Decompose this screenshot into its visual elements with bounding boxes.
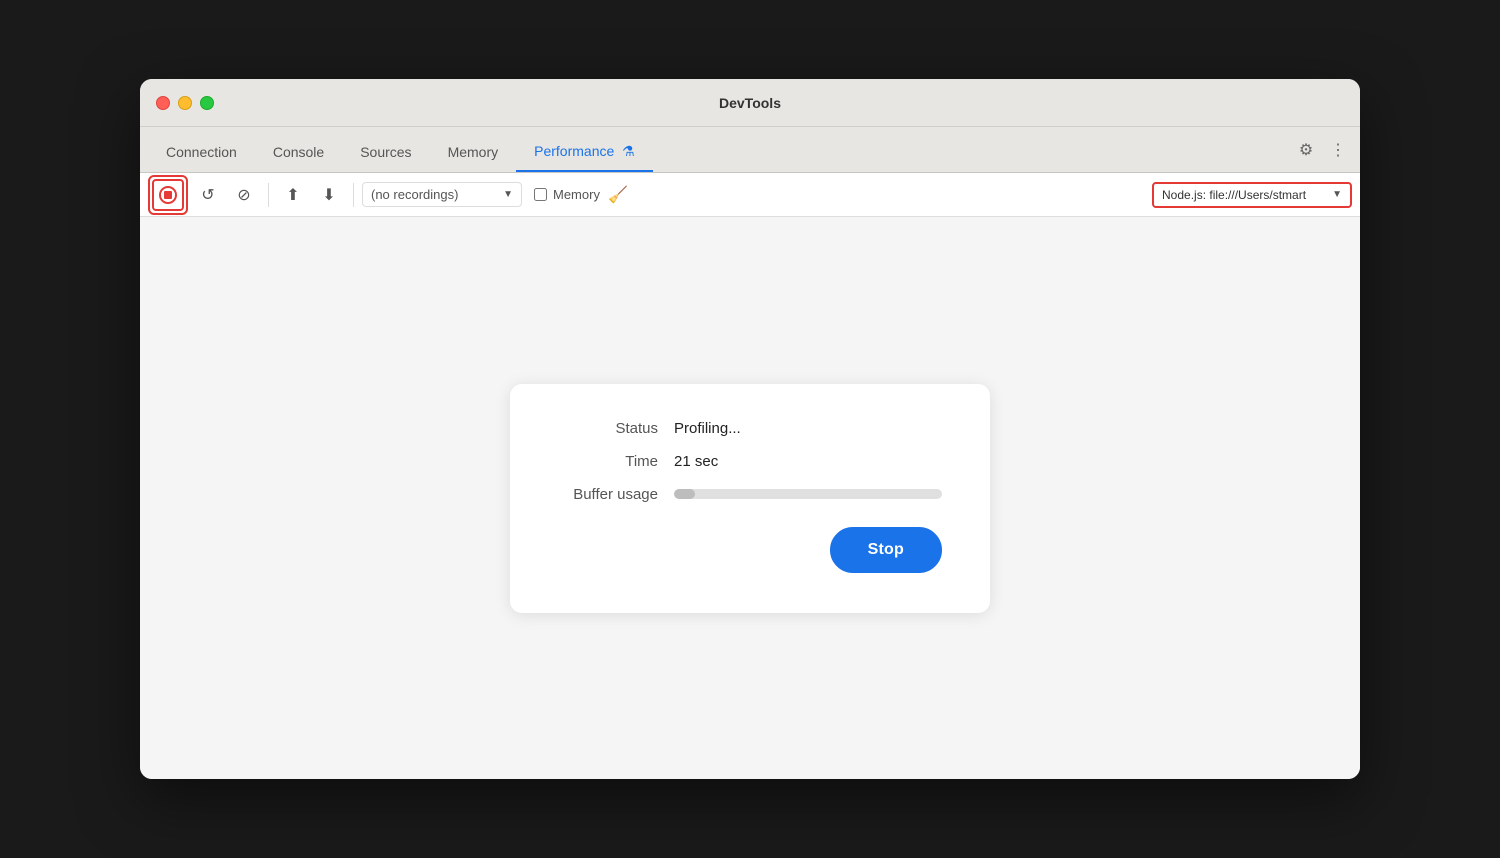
clear-button[interactable]: ⊘ [228, 179, 260, 211]
upload-button[interactable]: ⬆ [277, 179, 309, 211]
node-selector[interactable]: Node.js: file:///Users/stmart ▼ [1152, 182, 1352, 208]
toolbar-separator-2 [353, 183, 354, 207]
record-button-highlight [148, 175, 188, 215]
window-title: DevTools [719, 95, 781, 111]
main-content: Status Profiling... Time 21 sec Buffer u… [140, 217, 1360, 779]
recordings-text: (no recordings) [371, 187, 503, 202]
tab-bar: Connection Console Sources Memory Perfor… [140, 127, 1360, 173]
buffer-bar-fill [674, 489, 695, 499]
memory-label: Memory [553, 187, 600, 202]
tab-list: Connection Console Sources Memory Perfor… [148, 135, 1292, 172]
maximize-button[interactable] [200, 96, 214, 110]
buffer-field-label: Buffer usage [558, 486, 658, 503]
devtools-window: DevTools Connection Console Sources Memo… [140, 79, 1360, 779]
status-field-label: Status [558, 420, 658, 437]
tab-connection[interactable]: Connection [148, 136, 255, 172]
buffer-bar-container [674, 489, 942, 499]
tab-performance[interactable]: Performance ⚗ [516, 135, 653, 172]
settings-icon[interactable]: ⚙ [1292, 136, 1320, 164]
memory-checkbox[interactable] [534, 188, 547, 201]
node-selector-text: Node.js: file:///Users/stmart [1162, 188, 1328, 202]
tab-sources[interactable]: Sources [342, 136, 429, 172]
record-icon-inner [164, 191, 172, 199]
toolbar-separator-1 [268, 183, 269, 207]
beaker-icon: ⚗ [622, 143, 635, 159]
tab-memory[interactable]: Memory [430, 136, 517, 172]
time-field-label: Time [558, 453, 658, 470]
record-button[interactable] [152, 179, 184, 211]
status-card: Status Profiling... Time 21 sec Buffer u… [510, 384, 990, 613]
memory-checkbox-label[interactable]: Memory [534, 187, 600, 202]
download-button[interactable]: ⬇ [313, 179, 345, 211]
title-bar: DevTools [140, 79, 1360, 127]
status-row: Status Profiling... [558, 420, 942, 437]
stop-button[interactable]: Stop [830, 527, 942, 573]
record-icon [159, 186, 177, 204]
node-selector-chevron-icon: ▼ [1332, 189, 1342, 200]
time-row: Time 21 sec [558, 453, 942, 470]
time-value: 21 sec [674, 453, 718, 470]
gc-button[interactable]: 🧹 [604, 181, 632, 209]
more-options-icon[interactable]: ⋮ [1324, 136, 1352, 164]
minimize-button[interactable] [178, 96, 192, 110]
toolbar: ↺ ⊘ ⬆ ⬇ (no recordings) ▼ Memory 🧹 Node.… [140, 173, 1360, 217]
recordings-chevron-icon: ▼ [503, 189, 513, 200]
recordings-select[interactable]: (no recordings) ▼ [362, 182, 522, 207]
tab-bar-actions: ⚙ ⋮ [1292, 136, 1352, 172]
status-value: Profiling... [674, 420, 741, 437]
stop-button-row: Stop [558, 527, 942, 573]
close-button[interactable] [156, 96, 170, 110]
refresh-button[interactable]: ↺ [192, 179, 224, 211]
traffic-lights [156, 96, 214, 110]
buffer-row: Buffer usage [558, 486, 942, 503]
tab-console[interactable]: Console [255, 136, 342, 172]
